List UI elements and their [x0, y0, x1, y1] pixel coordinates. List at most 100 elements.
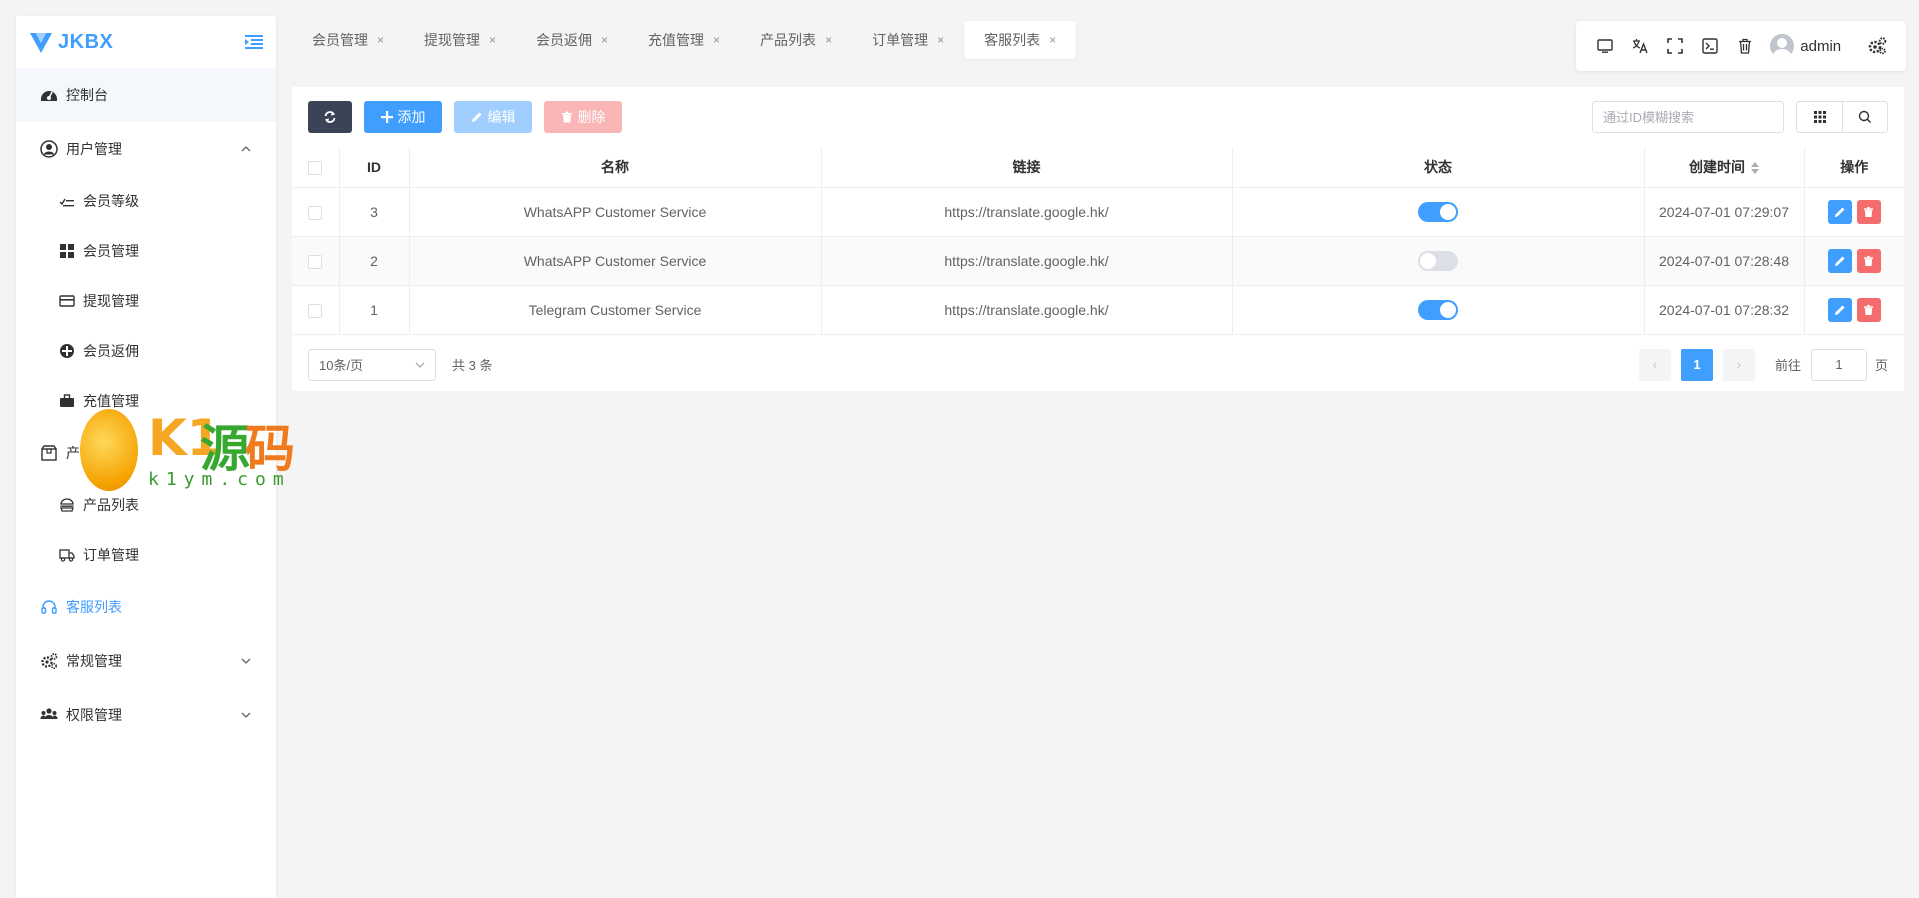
- row-delete-button[interactable]: [1856, 297, 1881, 322]
- terminal-icon[interactable]: [1693, 26, 1728, 66]
- tab-orders[interactable]: 订单管理 ×: [852, 21, 964, 59]
- next-page-button[interactable]: ›: [1722, 348, 1755, 381]
- cell-name: WhatsAPP Customer Service: [408, 187, 821, 237]
- status-toggle[interactable]: [1418, 250, 1458, 271]
- grid-view-icon[interactable]: [1797, 102, 1842, 132]
- total-count: 共 3 条: [452, 358, 493, 373]
- sidebar-item-product-management[interactable]: 产品管理: [16, 426, 276, 480]
- gears-icon: [40, 652, 58, 670]
- status-toggle[interactable]: [1418, 201, 1458, 222]
- settings-gear-icon[interactable]: [1859, 26, 1894, 66]
- row-checkbox[interactable]: [308, 254, 323, 269]
- sidebar-item-permissions[interactable]: 权限管理: [16, 688, 276, 742]
- close-icon[interactable]: ×: [489, 33, 496, 47]
- chevron-down-icon: [241, 712, 251, 718]
- sidebar-item-orders[interactable]: 订单管理: [16, 530, 276, 580]
- add-button[interactable]: 添加: [364, 101, 442, 133]
- pencil-icon: [471, 111, 483, 123]
- cell-actions: [1803, 187, 1904, 237]
- user-circle-icon: [40, 140, 58, 158]
- close-icon[interactable]: ×: [1049, 33, 1056, 47]
- delete-button[interactable]: 删除: [544, 101, 622, 133]
- tab-customer-service[interactable]: 客服列表 ×: [964, 21, 1077, 59]
- truck-icon: [59, 547, 75, 563]
- sidebar-item-recharge[interactable]: 充值管理: [16, 376, 276, 426]
- close-icon[interactable]: ×: [713, 33, 720, 47]
- status-toggle[interactable]: [1418, 299, 1458, 320]
- sidebar-item-label: 权限管理: [66, 707, 122, 723]
- users-icon: [40, 706, 58, 724]
- sidebar-item-label: 订单管理: [83, 547, 139, 563]
- tab-label: 客服列表: [984, 32, 1041, 48]
- close-icon[interactable]: ×: [601, 33, 608, 47]
- tab-commission[interactable]: 会员返佣 ×: [516, 21, 628, 59]
- tab-label: 产品列表: [760, 32, 817, 48]
- refresh-button[interactable]: [308, 101, 352, 133]
- sidebar-item-label: 会员等级: [83, 193, 139, 209]
- goto-page-input[interactable]: [1810, 348, 1867, 381]
- table-row: 3 WhatsAPP Customer Service https://tran…: [292, 187, 1904, 237]
- translate-icon[interactable]: [1623, 26, 1658, 66]
- table-row: 2 WhatsAPP Customer Service https://tran…: [292, 236, 1904, 286]
- card-icon: [59, 293, 75, 309]
- close-icon[interactable]: ×: [377, 33, 384, 47]
- fullscreen-icon[interactable]: [1658, 26, 1693, 66]
- row-delete-button[interactable]: [1856, 199, 1881, 224]
- main-panel: 添加 编辑 删除 ID 名称 链接 状态: [292, 87, 1904, 391]
- chevron-up-icon: [241, 146, 251, 152]
- grid-icon: [59, 243, 75, 259]
- search-icon[interactable]: [1842, 102, 1887, 132]
- trash-icon[interactable]: [1727, 26, 1762, 66]
- tab-member-management[interactable]: 会员管理 ×: [292, 21, 404, 59]
- list-check-icon: [59, 193, 75, 209]
- page-size-select[interactable]: 10条/页: [308, 348, 436, 381]
- monitor-icon[interactable]: [1588, 26, 1623, 66]
- cell-status: [1231, 236, 1644, 286]
- menu-collapse-icon[interactable]: [244, 33, 264, 51]
- edit-button[interactable]: 编辑: [454, 101, 532, 133]
- sidebar-item-dashboard[interactable]: 控制台: [16, 68, 276, 122]
- cell-status: [1231, 187, 1644, 237]
- sidebar-item-commission[interactable]: 会员返佣: [16, 326, 276, 376]
- select-all-checkbox[interactable]: [308, 160, 323, 175]
- sidebar-item-label: 会员返佣: [83, 343, 139, 359]
- sidebar-item-label: 提现管理: [83, 293, 139, 309]
- row-edit-button[interactable]: [1827, 297, 1852, 322]
- tab-recharge[interactable]: 充值管理 ×: [628, 21, 740, 59]
- sidebar-item-member-management[interactable]: 会员管理: [16, 226, 276, 276]
- page-number-button[interactable]: 1: [1680, 348, 1713, 381]
- sidebar-item-label: 产品列表: [83, 497, 139, 513]
- close-icon[interactable]: ×: [937, 33, 944, 47]
- sidebar-item-user-management[interactable]: 用户管理: [16, 122, 276, 176]
- sidebar-item-general-settings[interactable]: 常规管理: [16, 634, 276, 688]
- tab-withdrawal[interactable]: 提现管理 ×: [404, 21, 516, 59]
- sidebar-item-customer-service[interactable]: 客服列表: [16, 580, 276, 634]
- prev-page-button[interactable]: ‹: [1638, 348, 1671, 381]
- cell-name: WhatsAPP Customer Service: [408, 236, 821, 286]
- dashboard-icon: [40, 86, 58, 104]
- cell-created: 2024-07-01 07:28:48: [1643, 236, 1804, 286]
- data-table: ID 名称 链接 状态 创建时间 操作 3 WhatsAPP Customer …: [292, 147, 1904, 335]
- pencil-icon: [1834, 207, 1845, 217]
- close-icon[interactable]: ×: [825, 33, 832, 47]
- row-checkbox[interactable]: [308, 303, 323, 318]
- cell-created: 2024-07-01 07:29:07: [1643, 187, 1804, 237]
- table-toolbar: 添加 编辑 删除: [292, 87, 1904, 147]
- search-input[interactable]: [1592, 101, 1784, 133]
- cell-id: 3: [338, 187, 409, 237]
- row-edit-button[interactable]: [1827, 199, 1852, 224]
- brand-name: JKBX: [58, 30, 114, 53]
- row-delete-button[interactable]: [1856, 248, 1881, 273]
- column-header-created[interactable]: 创建时间: [1643, 147, 1804, 188]
- tab-product-list[interactable]: 产品列表 ×: [740, 21, 852, 59]
- cell-actions: [1803, 236, 1904, 286]
- sidebar-item-product-list[interactable]: 产品列表: [16, 480, 276, 530]
- trash-icon: [1864, 304, 1874, 315]
- sort-icon[interactable]: [1751, 162, 1759, 175]
- user-menu[interactable]: admin: [1770, 34, 1841, 58]
- row-edit-button[interactable]: [1827, 248, 1852, 273]
- row-checkbox[interactable]: [308, 205, 323, 220]
- sidebar-item-member-level[interactable]: 会员等级: [16, 176, 276, 226]
- tab-label: 会员管理: [312, 32, 368, 48]
- sidebar-item-withdrawal[interactable]: 提现管理: [16, 276, 276, 326]
